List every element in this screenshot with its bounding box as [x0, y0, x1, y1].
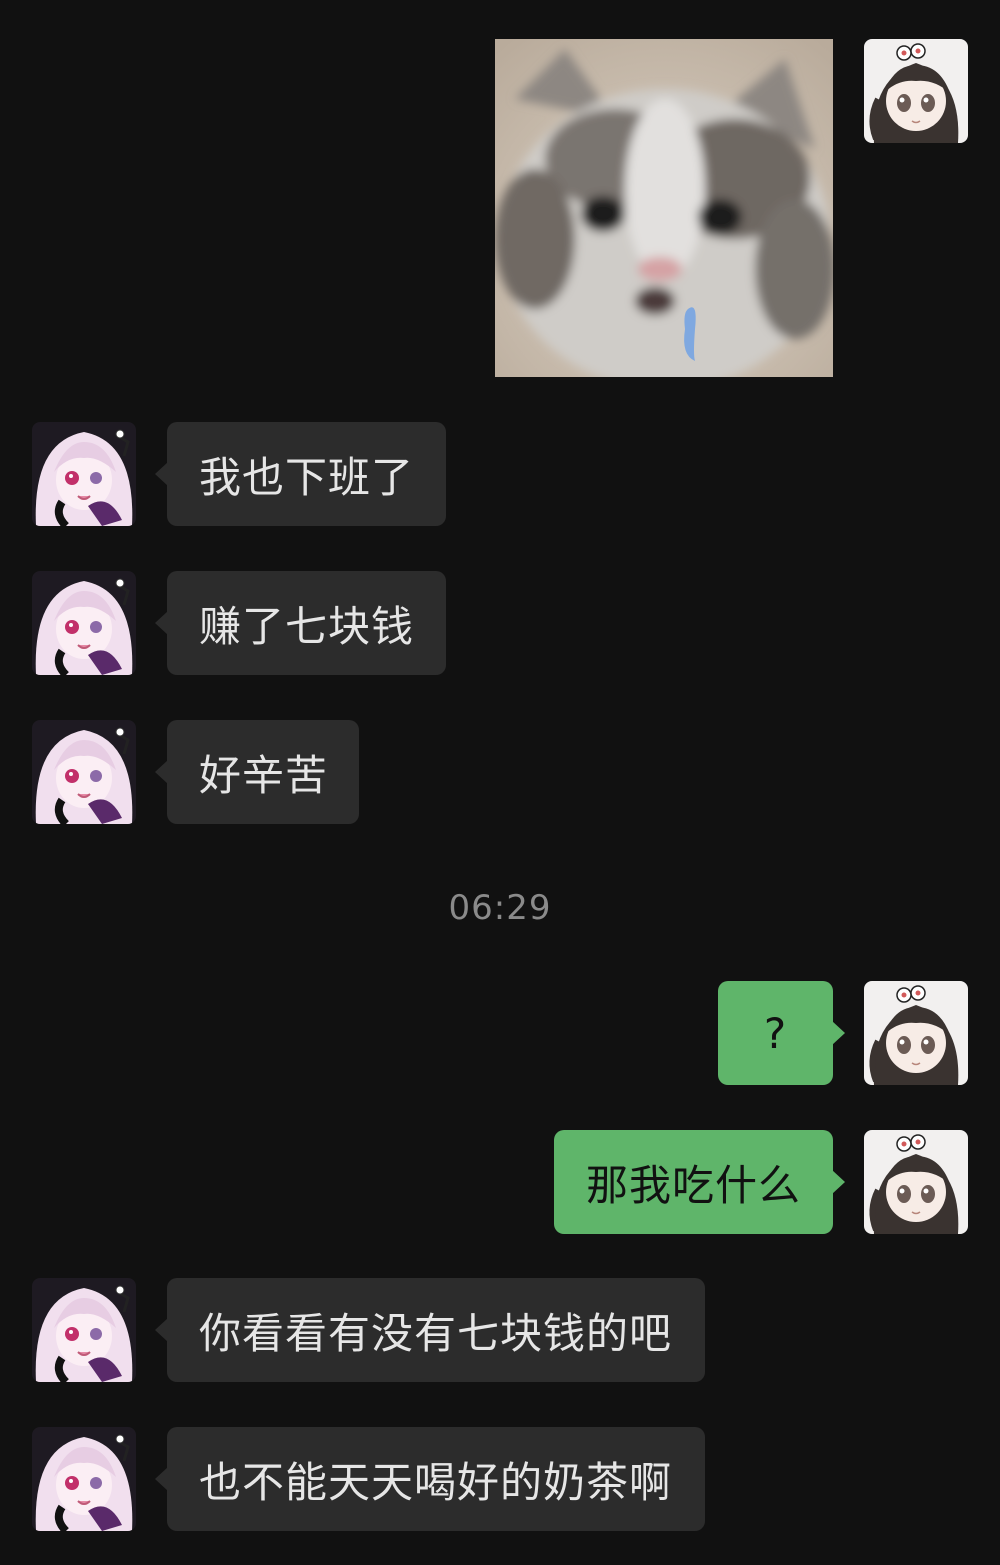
contact-avatar[interactable]: [32, 720, 136, 824]
self-avatar[interactable]: [864, 1130, 968, 1234]
incoming-message-bubble[interactable]: 好辛苦: [155, 720, 359, 824]
anime-girl-dark-hair-avatar-icon: [864, 1130, 968, 1234]
crying-kitten-sticker[interactable]: [495, 39, 833, 377]
anime-girl-pink-hair-avatar-icon: [32, 571, 136, 675]
incoming-message-bubble[interactable]: 也不能天天喝好的奶茶啊: [155, 1427, 705, 1531]
anime-girl-pink-hair-avatar-icon: [32, 1278, 136, 1382]
incoming-message-bubble[interactable]: 我也下班了: [155, 422, 446, 526]
incoming-message-bubble[interactable]: 赚了七块钱: [155, 571, 446, 675]
message-timestamp: 06:29: [448, 888, 552, 928]
contact-avatar[interactable]: [32, 571, 136, 675]
contact-avatar[interactable]: [32, 422, 136, 526]
anime-girl-pink-hair-avatar-icon: [32, 720, 136, 824]
contact-avatar[interactable]: [32, 1427, 136, 1531]
anime-girl-dark-hair-avatar-icon: [864, 981, 968, 1085]
outgoing-message-bubble[interactable]: ?: [718, 981, 845, 1085]
anime-girl-pink-hair-avatar-icon: [32, 1427, 136, 1531]
self-avatar[interactable]: [864, 981, 968, 1085]
self-avatar[interactable]: [864, 39, 968, 143]
incoming-message-bubble[interactable]: 你看看有没有七块钱的吧: [155, 1278, 705, 1382]
anime-girl-dark-hair-avatar-icon: [864, 39, 968, 143]
anime-girl-pink-hair-avatar-icon: [32, 422, 136, 526]
contact-avatar[interactable]: [32, 1278, 136, 1382]
outgoing-message-bubble[interactable]: 那我吃什么: [554, 1130, 845, 1234]
